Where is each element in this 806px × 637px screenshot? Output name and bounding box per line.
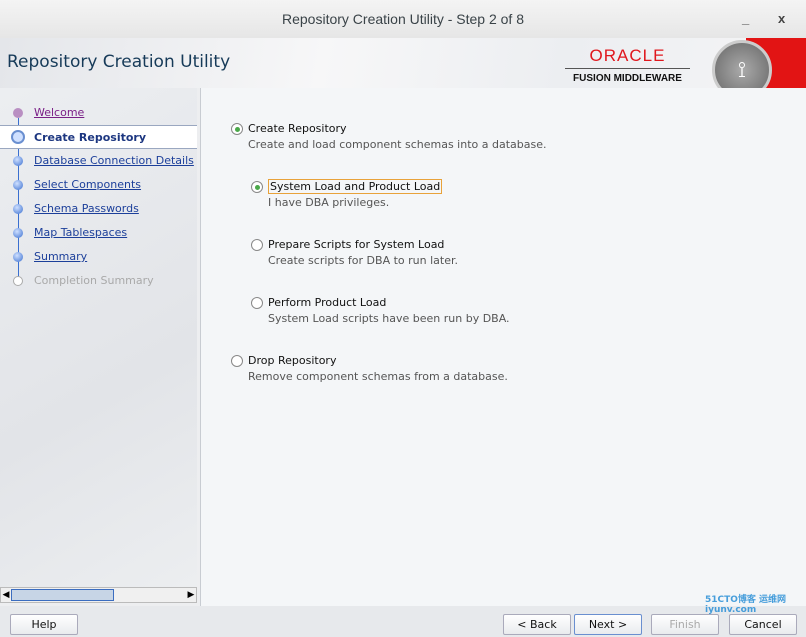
steps-horizontal-scrollbar[interactable]: ◀ ▶ [0,587,197,603]
help-button[interactable]: Help [10,614,78,635]
step-database-connection[interactable]: Database Connection Details [0,149,197,173]
finish-button: Finish [651,614,719,635]
system-product-load-label[interactable]: System Load and Product Load [268,179,443,194]
product-load-label[interactable]: Perform Product Load [268,296,386,309]
step-visited-icon [13,108,23,118]
scrollbar-thumb[interactable] [11,589,114,601]
step-current-icon [11,130,25,144]
step-map-tablespaces[interactable]: Map Tablespaces [0,221,197,245]
content-panel: Create Repository Create and load compon… [200,88,806,606]
button-bar: Help < Back Next > Finish Cancel [0,606,806,637]
step-welcome[interactable]: Welcome [0,101,197,125]
logo-fmw-text: FUSION MIDDLEWARE [573,73,682,84]
step-completion-summary: Completion Summary [0,269,197,293]
create-repository-desc: Create and load component schemas into a… [248,138,547,151]
cancel-button[interactable]: Cancel [729,614,797,635]
minimize-button[interactable]: _ [742,0,749,38]
step-icon [13,180,23,190]
step-label[interactable]: Map Tablespaces [34,226,127,239]
step-icon [13,252,23,262]
product-load-radio[interactable] [251,297,263,309]
create-repository-radio[interactable] [231,123,243,135]
drop-repository-desc: Remove component schemas from a database… [248,370,508,383]
step-icon [13,228,23,238]
step-label: Create Repository [34,131,147,144]
step-label[interactable]: Summary [34,250,87,263]
system-product-load-desc: I have DBA privileges. [268,196,390,209]
drop-repository-label[interactable]: Drop Repository [248,354,336,367]
step-icon [13,156,23,166]
back-button[interactable]: < Back [503,614,571,635]
logo-oracle-text: ORACLE [565,46,690,69]
steps-navigation: Welcome Create Repository Database Conne… [0,88,197,588]
prepare-scripts-radio[interactable] [251,239,263,251]
step-label[interactable]: Welcome [34,106,84,119]
watermark: 51CTO博客 运维网 iyunv.com [705,595,787,615]
step-summary[interactable]: Summary [0,245,197,269]
app-title: Repository Creation Utility [7,52,231,72]
prepare-scripts-desc: Create scripts for DBA to run later. [268,254,458,267]
step-disabled-icon [13,276,23,286]
drop-repository-radio[interactable] [231,355,243,367]
product-load-desc: System Load scripts have been run by DBA… [268,312,510,325]
scroll-left-arrow-icon[interactable]: ◀ [1,588,11,602]
create-repository-label[interactable]: Create Repository [248,122,347,135]
close-button[interactable]: x [778,0,785,38]
window-title: Repository Creation Utility - Step 2 of … [282,11,524,27]
step-label[interactable]: Database Connection Details [34,154,194,167]
step-label[interactable]: Schema Passwords [34,202,139,215]
window-titlebar: Repository Creation Utility - Step 2 of … [0,0,806,38]
header-banner: Repository Creation Utility ORACLE FUSIO… [0,38,806,100]
step-label: Completion Summary [34,274,154,287]
step-select-components[interactable]: Select Components [0,173,197,197]
step-icon [13,204,23,214]
step-label[interactable]: Select Components [34,178,141,191]
oracle-logo: ORACLE FUSION MIDDLEWARE [565,46,690,84]
step-create-repository[interactable]: Create Repository [0,125,197,149]
scroll-right-arrow-icon[interactable]: ▶ [186,588,196,602]
step-schema-passwords[interactable]: Schema Passwords [0,197,197,221]
prepare-scripts-label[interactable]: Prepare Scripts for System Load [268,238,444,251]
system-product-load-radio[interactable] [251,181,263,193]
next-button[interactable]: Next > [574,614,642,635]
